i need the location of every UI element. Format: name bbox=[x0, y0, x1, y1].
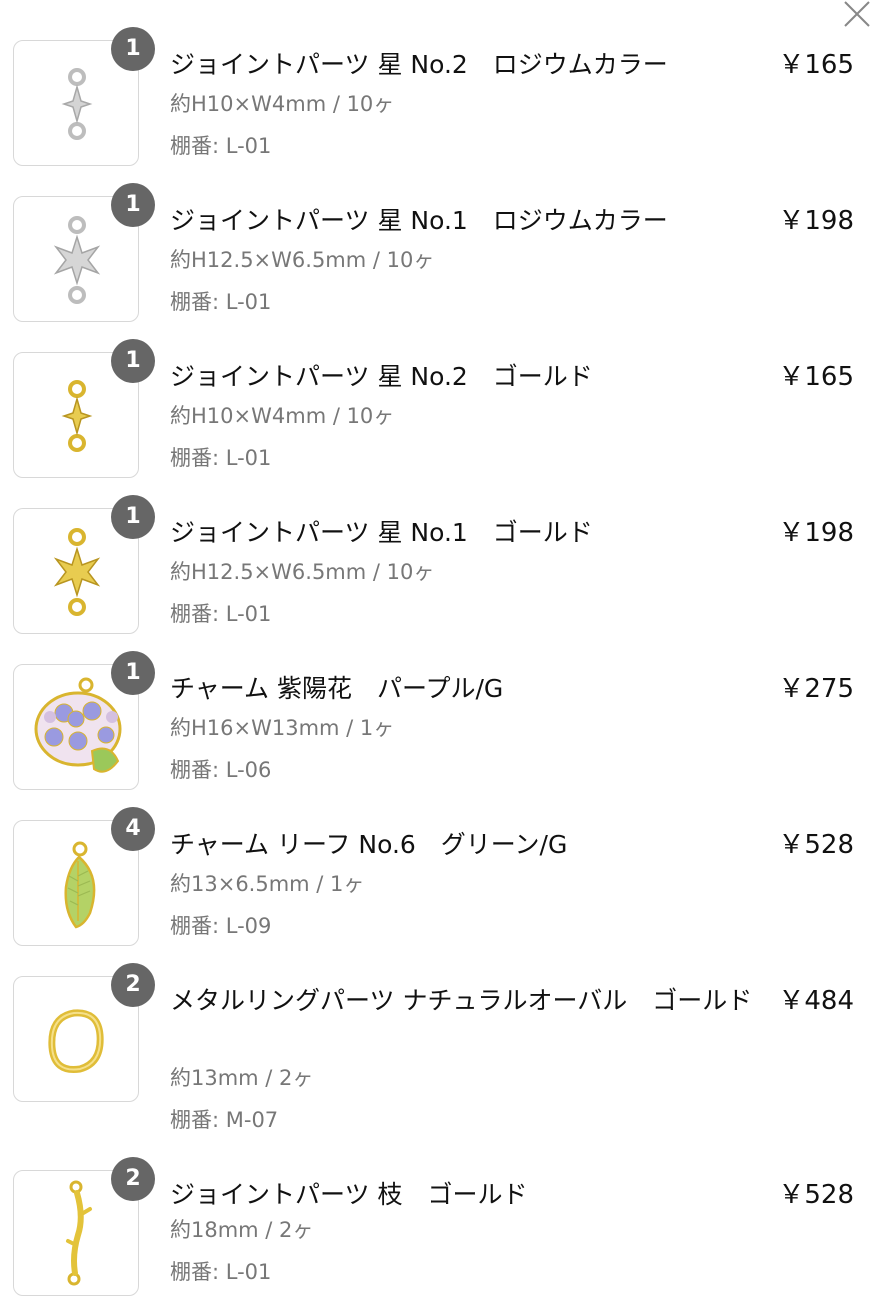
product-spec: 約13×6.5mm / 1ヶ bbox=[170, 872, 365, 896]
quantity-badge: 1 bbox=[111, 651, 155, 695]
product-name[interactable]: ジョイントパーツ 星 No.1 ロジウムカラー bbox=[170, 201, 760, 241]
shelf-number: 棚番: L-06 bbox=[170, 758, 272, 782]
shelf-number: 棚番: M-07 bbox=[170, 1108, 279, 1132]
quantity-badge: 2 bbox=[111, 1157, 155, 1201]
product-price: ￥165 bbox=[778, 50, 854, 80]
product-spec: 約13mm / 2ヶ bbox=[170, 1066, 314, 1090]
quantity-badge: 2 bbox=[111, 963, 155, 1007]
product-name[interactable]: ジョイントパーツ 星 No.2 ロジウムカラー bbox=[170, 45, 760, 85]
shelf-number: 棚番: L-01 bbox=[170, 1260, 272, 1284]
product-price: ￥198 bbox=[778, 518, 854, 548]
product-price: ￥528 bbox=[778, 1180, 854, 1210]
shelf-number: 棚番: L-01 bbox=[170, 290, 272, 314]
product-price: ￥198 bbox=[778, 206, 854, 236]
shelf-number: 棚番: L-01 bbox=[170, 134, 272, 158]
quantity-badge: 1 bbox=[111, 495, 155, 539]
product-spec: 約H12.5×W6.5mm / 10ヶ bbox=[170, 248, 435, 272]
quantity-badge: 1 bbox=[111, 339, 155, 383]
product-name[interactable]: チャーム リーフ No.6 グリーン/G bbox=[170, 825, 760, 865]
product-spec: 約H10×W4mm / 10ヶ bbox=[170, 404, 395, 428]
product-name[interactable]: メタルリングパーツ ナチュラルオーバル ゴールド bbox=[170, 981, 760, 1021]
shelf-number: 棚番: L-09 bbox=[170, 914, 272, 938]
product-spec: 約H12.5×W6.5mm / 10ヶ bbox=[170, 560, 435, 584]
close-button[interactable] bbox=[840, 0, 874, 28]
quantity-badge: 1 bbox=[111, 27, 155, 71]
product-name[interactable]: ジョイントパーツ 星 No.2 ゴールド bbox=[170, 357, 760, 397]
product-price: ￥528 bbox=[778, 830, 854, 860]
product-name[interactable]: チャーム 紫陽花 パープル/G bbox=[170, 669, 760, 709]
product-name[interactable]: ジョイントパーツ 星 No.1 ゴールド bbox=[170, 513, 760, 553]
quantity-badge: 4 bbox=[111, 807, 155, 851]
close-icon bbox=[844, 1, 870, 27]
product-spec: 約H16×W13mm / 1ヶ bbox=[170, 716, 395, 740]
product-price: ￥484 bbox=[778, 986, 854, 1016]
product-name[interactable]: ジョイントパーツ 枝 ゴールド bbox=[170, 1175, 760, 1215]
shelf-number: 棚番: L-01 bbox=[170, 602, 272, 626]
product-price: ￥165 bbox=[778, 362, 854, 392]
product-spec: 約H10×W4mm / 10ヶ bbox=[170, 92, 395, 116]
product-spec: 約18mm / 2ヶ bbox=[170, 1218, 314, 1242]
quantity-badge: 1 bbox=[111, 183, 155, 227]
product-price: ￥275 bbox=[778, 674, 854, 704]
shelf-number: 棚番: L-01 bbox=[170, 446, 272, 470]
